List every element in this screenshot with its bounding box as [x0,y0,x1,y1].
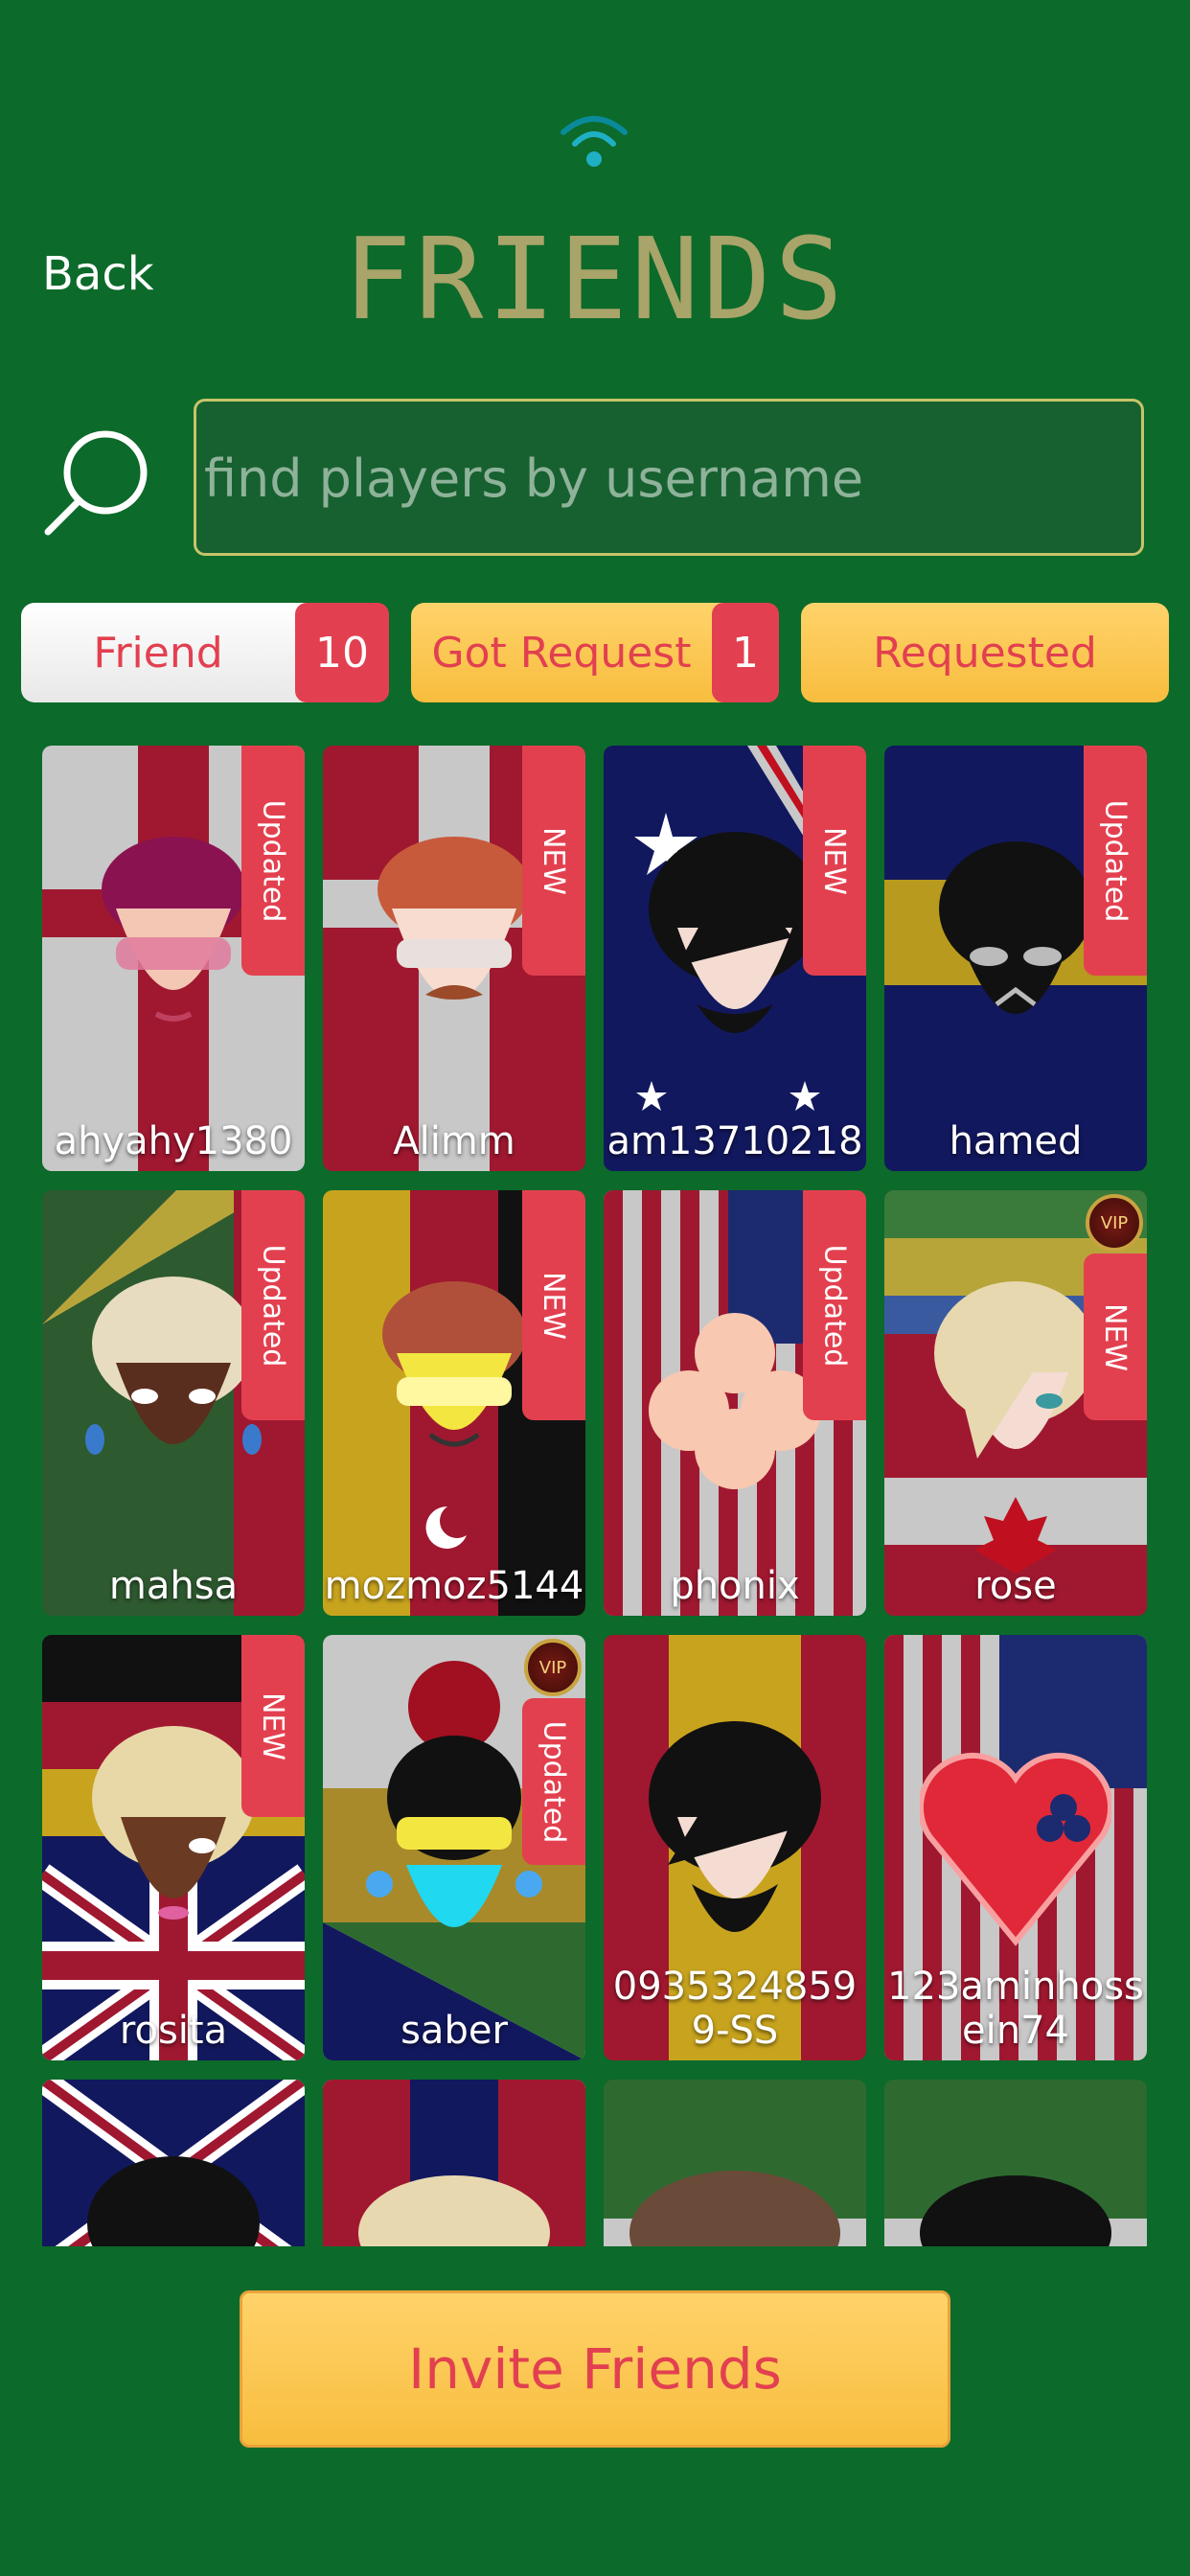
friend-username: hamed [949,1119,1083,1163]
friend-card[interactable]: NEW mozmoz5144 [323,1190,585,1616]
avatar [378,837,531,1000]
status-badge: NEW [522,746,585,976]
vip-icon: VIP [524,1639,582,1696]
avatar [366,1736,542,1927]
status-badge: NEW [803,746,866,976]
avatar [649,1721,821,1932]
friend-username: 0935324859 9-SS [612,1965,858,2053]
search-input[interactable] [202,402,1145,555]
tab-requested-label: Requested [873,628,1097,678]
avatar [85,1276,262,1455]
tab-got-request-label: Got Request [431,628,692,678]
status-badge: NEW [241,1635,305,1817]
avatar [934,1281,1097,1459]
flag-image [42,2080,305,2246]
avatar [939,841,1092,1014]
invite-friends-button[interactable]: Invite Friends [240,2290,950,2448]
friend-card[interactable]: NEW rosita [42,1635,305,2060]
friend-username: rosita [119,2009,228,2053]
friend-username: phonix [670,1564,800,1608]
status-badge: Updated [241,1190,305,1420]
friend-card[interactable]: 123aminhoss ein74 [884,1635,1147,2060]
friend-card[interactable]: NEW VIP rose [884,1190,1147,1616]
tab-friend-count-badge: 10 [295,603,389,702]
friend-card[interactable] [42,2080,305,2246]
search-icon[interactable] [40,425,155,540]
flag-image [323,2080,585,2246]
friend-card[interactable] [884,2080,1147,2246]
friend-card[interactable]: 0935324859 9-SS [604,1635,866,2060]
friends-grid[interactable]: Updated ahyahy1380 NEW Alimm NEW am13710… [0,746,1190,2246]
friend-card[interactable]: Updated mahsa [42,1190,305,1616]
friend-username: mahsa [108,1564,239,1608]
status-badge: NEW [522,1190,585,1420]
status-badge: Updated [1084,746,1147,976]
avatar [382,1281,526,1447]
friend-card[interactable] [604,2080,866,2246]
status-badge: Updated [241,746,305,976]
tab-friend-label: Friend [93,628,223,678]
friend-username: 123aminhoss ein74 [887,1965,1144,2053]
page-title: FRIENDS [343,213,847,345]
friend-card[interactable]: Updated hamed [884,746,1147,1171]
avatar [649,832,821,1033]
tab-got-request[interactable]: Got Request 1 [411,603,779,702]
friend-username: saber [400,2009,508,2053]
tab-requested[interactable]: Requested [801,603,1169,702]
status-badge: Updated [803,1190,866,1420]
vip-icon: VIP [1086,1194,1143,1252]
friend-card[interactable]: NEW am13710218 [604,746,866,1171]
club-icon [649,1313,821,1489]
tab-got-request-count-badge: 1 [712,603,779,702]
friend-card[interactable] [323,2080,585,2246]
tab-friend[interactable]: Friend 10 [21,603,389,702]
avatar [92,1726,255,1920]
avatar [102,837,245,1022]
friend-card[interactable]: Updated VIP saber [323,1635,585,2060]
friend-card[interactable]: Updated phonix [604,1190,866,1616]
search-field[interactable] [194,399,1145,556]
friend-username: am13710218 [606,1119,863,1163]
flag-image [884,2080,1147,2246]
flag-image [604,2080,866,2246]
friend-username: Alimm [393,1119,515,1163]
wifi-icon [561,116,628,167]
friend-card[interactable]: NEW Alimm [323,746,585,1171]
status-badge: Updated [522,1698,585,1865]
friend-card[interactable]: Updated ahyahy1380 [42,746,305,1171]
friend-username: mozmoz5144 [324,1564,584,1608]
status-badge: NEW [1084,1254,1147,1420]
heart-icon [920,1752,1111,1946]
friend-username: rose [974,1564,1057,1608]
friend-username: ahyahy1380 [54,1119,293,1163]
